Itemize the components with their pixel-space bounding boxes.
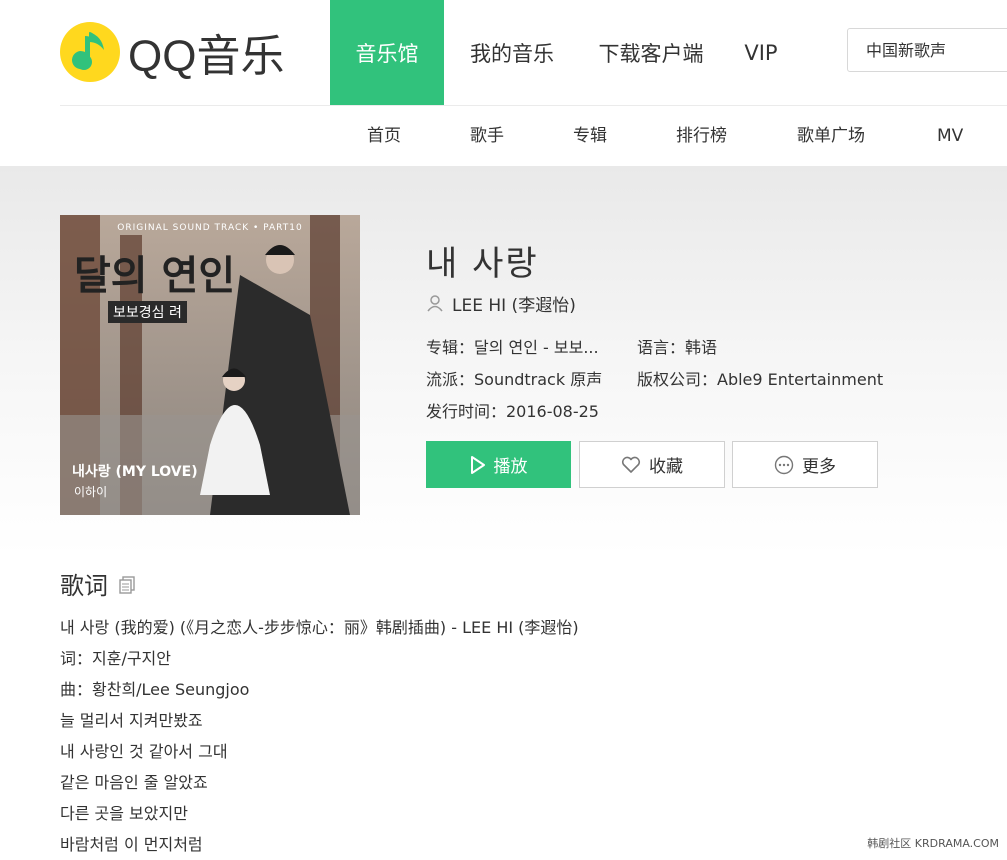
release-date-info: 发行时间：2016-08-25 [426, 402, 599, 421]
play-label: 播放 [493, 457, 528, 477]
watermark: 韩剧社区 KRDRAMA.COM [867, 837, 999, 850]
copy-lyrics-icon[interactable] [118, 574, 138, 594]
lyric-line: 다른 곳을 보았지만 [60, 804, 188, 823]
genre-info: 流派：Soundtrack 原声 [426, 370, 603, 389]
lyric-line: 词：지훈/구지안 [60, 649, 171, 668]
lyrics-body: 내 사랑 (我的爱) (《月之恋人-步步惊心：丽》韩剧插曲) - LEE HI … [60, 612, 579, 860]
subnav-singers[interactable]: 歌手 [470, 106, 504, 166]
play-button[interactable]: 播放 [426, 441, 571, 488]
lyrics-heading-text: 歌词 [60, 572, 108, 600]
subnav-albums[interactable]: 专辑 [573, 106, 607, 166]
singer-name: LEE HI (李遐怡) [452, 295, 576, 316]
subnav-mv[interactable]: MV [937, 106, 963, 166]
nav-music-hall[interactable]: 音乐馆 [330, 0, 444, 105]
lyrics-heading: 歌词 [60, 566, 138, 601]
album-cover[interactable]: ORIGINAL SOUND TRACK • PART10 달의 연인 보보경심… [60, 215, 360, 515]
company-info: 版权公司：Able9 Entertainment [637, 370, 884, 389]
logo-text: QQ音乐 [128, 32, 285, 81]
lyric-line: 내 사랑 (我的爱) (《月之恋人-步步惊心：丽》韩剧插曲) - LEE HI … [60, 618, 579, 637]
lyric-line: 바람처럼 이 먼지처럼 [60, 835, 203, 854]
cover-logo-sub: 보보경심 려 [108, 301, 187, 323]
nav-my-music[interactable]: 我的音乐 [444, 0, 580, 105]
cover-ost-line: ORIGINAL SOUND TRACK • PART10 [117, 223, 303, 233]
more-button[interactable]: 更多 [732, 441, 878, 488]
search-input[interactable] [848, 29, 1007, 71]
subnav-charts[interactable]: 排行榜 [676, 106, 727, 166]
more-label: 更多 [802, 457, 836, 477]
lyric-line: 같은 마음인 줄 알았죠 [60, 773, 208, 792]
main-nav: 音乐馆 我的音乐 下载客户端 VIP [330, 0, 800, 105]
cover-title: 내사랑 (MY LOVE) [72, 464, 198, 480]
lyric-line: 늘 멀리서 지켜만봤죠 [60, 711, 203, 730]
nav-download-client[interactable]: 下载客户端 [580, 0, 722, 105]
cover-logo: 달의 연인 [74, 252, 236, 299]
favorite-button[interactable]: 收藏 [579, 441, 725, 488]
song-title: 내 사랑 [426, 244, 539, 284]
qq-music-logo[interactable]: QQ音乐 [60, 22, 284, 82]
cover-artist: 이하이 [74, 485, 108, 499]
search-box [847, 28, 1007, 72]
nav-vip[interactable]: VIP [722, 0, 800, 105]
singer-icon [427, 295, 443, 312]
favorite-label: 收藏 [649, 457, 683, 477]
album-label: 专辑：달의 연인 - 보보... [426, 338, 599, 357]
subnav-home[interactable]: 首页 [367, 106, 401, 166]
heart-icon [621, 456, 641, 473]
singer-link[interactable]: LEE HI (李遐怡) [426, 292, 576, 316]
sub-nav: 首页 歌手 专辑 排行榜 歌单广场 MV [0, 106, 1007, 166]
more-dots-icon [774, 455, 794, 474]
music-note-icon [60, 22, 120, 82]
subnav-playlists[interactable]: 歌单广场 [797, 106, 865, 166]
top-header: QQ音乐 音乐馆 我的音乐 下载客户端 VIP [0, 0, 1007, 105]
lyric-line: 曲：황찬희/Lee Seungjoo [60, 680, 250, 699]
lyric-line: 내 사랑인 것 같아서 그대 [60, 742, 228, 761]
album-info[interactable]: 专辑：달의 연인 - 보보... [426, 334, 599, 358]
play-icon [470, 455, 485, 474]
language-info: 语言：韩语 [637, 338, 718, 357]
